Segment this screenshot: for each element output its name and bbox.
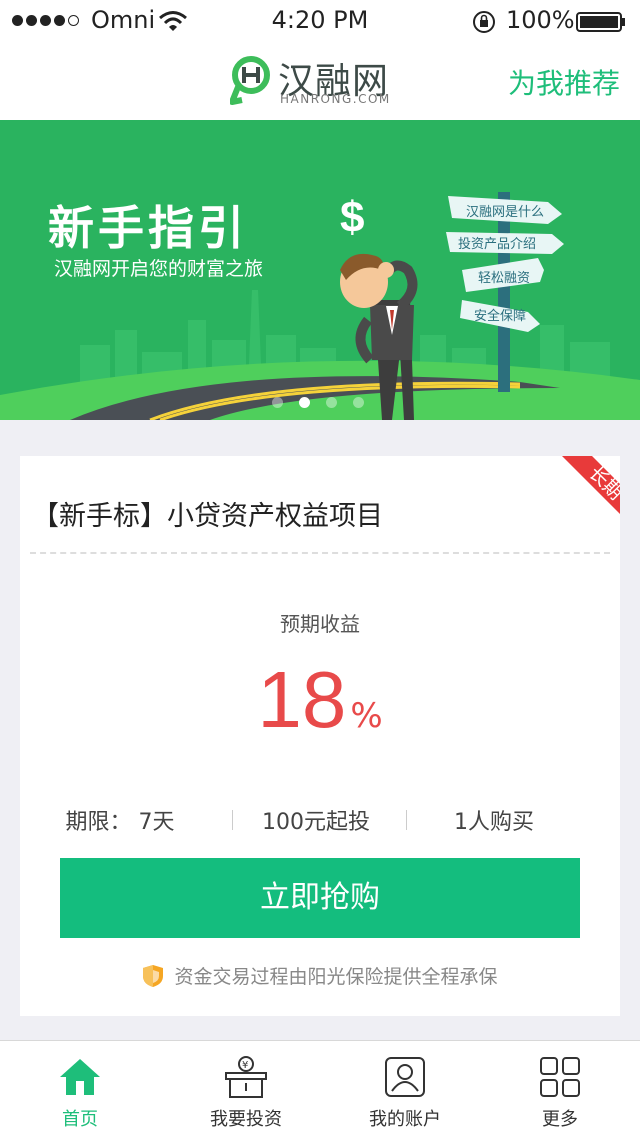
divider — [30, 552, 610, 554]
tab-account[interactable]: 我的账户 — [325, 1041, 485, 1136]
promo-banner[interactable]: $ 汉融网是什么 投资产品介绍 轻松融资 安全保障 新手指引 汉融网开启您的财富… — [0, 120, 640, 420]
rotation-lock-icon — [473, 11, 495, 33]
nav-bar: 汉融网 HANRONG.COM 为我推荐 — [0, 40, 640, 120]
sign-3-label: 轻松融资 — [478, 271, 530, 286]
yield-number: 18 — [257, 655, 347, 744]
account-icon — [385, 1057, 425, 1097]
tab-home-label: 首页 — [62, 1109, 98, 1130]
carousel-dot[interactable] — [353, 397, 364, 408]
buy-now-button[interactable]: 立即抢购 — [60, 858, 580, 938]
tab-bar: 首页 ¥ 我要投资 我的账户 更多 — [0, 1040, 640, 1136]
tab-home[interactable]: 首页 — [0, 1041, 160, 1136]
term-ribbon-badge: 长期 — [562, 456, 620, 514]
grid-icon — [540, 1057, 580, 1097]
sign-1-label: 汉融网是什么 — [466, 205, 544, 220]
banner-subtitle: 汉融网开启您的财富之旅 — [54, 258, 264, 280]
tab-account-label: 我的账户 — [369, 1109, 441, 1130]
svg-text:¥: ¥ — [242, 1060, 248, 1071]
sign-4-label: 安全保障 — [474, 308, 526, 324]
min-invest-stat: 100元起投 — [262, 810, 370, 835]
product-card[interactable]: 长期 【新手标】小贷资产权益项目 预期收益 18% 期限： 7天 100元起投 … — [20, 456, 620, 1016]
term-stat: 期限： 7天 — [65, 810, 175, 835]
banner-title: 新手指引 — [48, 201, 248, 255]
yield-value: 18% — [20, 654, 620, 746]
carousel-dot[interactable] — [326, 397, 337, 408]
home-icon — [60, 1059, 100, 1095]
product-stats: 期限： 7天 100元起投 1人购买 — [20, 804, 620, 838]
carousel-dot-active[interactable] — [299, 397, 310, 408]
shield-icon — [143, 965, 164, 987]
insurance-note-text: 资金交易过程由阳光保险提供全程承保 — [174, 966, 498, 988]
tab-invest-label: 我要投资 — [210, 1109, 282, 1130]
tab-more-label: 更多 — [542, 1109, 578, 1130]
recommend-link[interactable]: 为我推荐 — [508, 62, 620, 102]
carousel-indicator[interactable] — [272, 397, 364, 408]
hanrong-logo-mark-icon — [230, 56, 270, 105]
battery-percentage: 100% — [506, 6, 575, 34]
battery-icon — [576, 12, 625, 32]
hanrong-logo[interactable]: 汉融网 HANRONG.COM — [230, 54, 400, 110]
tab-invest[interactable]: ¥ 我要投资 — [166, 1041, 326, 1136]
carousel-dot[interactable] — [272, 397, 283, 408]
status-bar: Omni 4:20 PM 100% — [0, 0, 640, 40]
svg-text:$: $ — [340, 193, 364, 242]
yield-label: 预期收益 — [280, 612, 360, 636]
product-title[interactable]: 【新手标】小贷资产权益项目 — [32, 494, 383, 533]
logo-domain: HANRONG.COM — [280, 92, 391, 106]
yield-unit: % — [350, 696, 383, 736]
sign-2-label: 投资产品介绍 — [458, 236, 536, 252]
buyers-stat: 1人购买 — [454, 810, 534, 835]
tab-more[interactable]: 更多 — [480, 1041, 640, 1136]
insurance-note: 资金交易过程由阳光保险提供全程承保 — [20, 962, 620, 989]
invest-box-icon: ¥ — [225, 1056, 267, 1098]
